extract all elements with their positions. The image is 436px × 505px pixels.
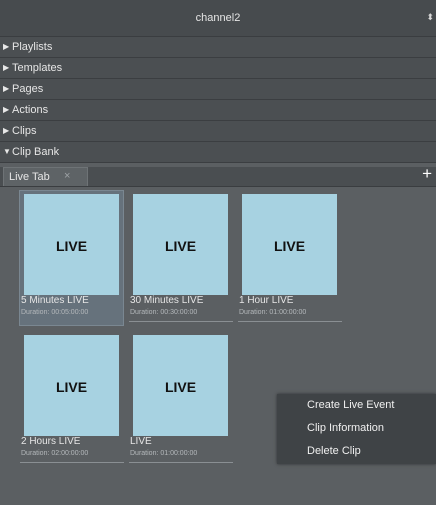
expand-arrow-icon: ▶ (3, 63, 10, 72)
section-pages[interactable]: ▶ Pages (0, 79, 436, 100)
clip-name: LIVE (130, 436, 152, 447)
thumbnail-label: LIVE (55, 238, 88, 254)
close-tab-icon[interactable]: × (64, 170, 70, 182)
clip-name: 1 Hour LIVE (239, 295, 294, 306)
channel-title: channel2 (195, 12, 241, 24)
collapse-arrow-icon: ▼ (3, 147, 11, 156)
clip-thumbnail[interactable]: LIVE (242, 194, 337, 295)
menu-item-delete-clip[interactable]: Delete Clip (307, 445, 361, 457)
thumbnail-label: LIVE (164, 379, 197, 395)
clip-name: 30 Minutes LIVE (130, 295, 204, 306)
clip-duration: Duration: 01:00:00:00 (130, 450, 198, 457)
section-label: Pages (12, 83, 44, 95)
section-clip-bank[interactable]: ▼ Clip Bank (0, 142, 436, 163)
clip-thumbnail[interactable]: LIVE (24, 335, 119, 436)
clip-underline (129, 462, 233, 463)
section-actions[interactable]: ▶ Actions (0, 100, 436, 121)
menu-item-create-live-event[interactable]: Create Live Event (307, 399, 394, 411)
thumbnail-label: LIVE (164, 238, 197, 254)
clip-thumbnail[interactable]: LIVE (24, 194, 119, 295)
expand-arrow-icon: ▶ (3, 42, 10, 51)
clip-item[interactable]: LIVE LIVE Duration: 01:00:00:00 (129, 332, 233, 466)
section-playlists[interactable]: ▶ Playlists (0, 37, 436, 58)
clip-underline (238, 321, 342, 322)
clip-item[interactable]: LIVE 30 Minutes LIVE Duration: 00:30:00:… (129, 191, 233, 325)
tab-bar: Live Tab × + (0, 164, 436, 187)
clip-duration: Duration: 00:30:00:00 (130, 309, 198, 316)
clip-duration: Duration: 00:05:00:00 (21, 309, 89, 316)
clip-name: 5 Minutes LIVE (21, 295, 89, 306)
context-menu: Create Live Event Clip Information Delet… (277, 394, 436, 464)
tab-label: Live Tab (9, 171, 50, 183)
thumbnail-label: LIVE (273, 238, 306, 254)
clip-thumbnail[interactable]: LIVE (133, 335, 228, 436)
section-label: Templates (12, 62, 63, 74)
clip-item[interactable]: LIVE 2 Hours LIVE Duration: 02:00:00:00 (20, 332, 124, 466)
tab-live[interactable]: Live Tab × (3, 167, 88, 186)
section-label: Clips (12, 125, 37, 137)
section-label: Actions (12, 104, 49, 116)
menu-item-clip-information[interactable]: Clip Information (307, 422, 384, 434)
channel-selector[interactable]: channel2 ⬍ (0, 0, 436, 37)
clip-underline (20, 462, 124, 463)
updown-arrows-icon[interactable]: ⬍ (426, 12, 434, 23)
expand-arrow-icon: ▶ (3, 105, 10, 114)
section-clips[interactable]: ▶ Clips (0, 121, 436, 142)
clip-item[interactable]: LIVE 1 Hour LIVE Duration: 01:00:00:00 (238, 191, 342, 325)
clip-thumbnail[interactable]: LIVE (133, 194, 228, 295)
section-templates[interactable]: ▶ Templates (0, 58, 436, 79)
expand-arrow-icon: ▶ (3, 126, 10, 135)
clip-underline (129, 321, 233, 322)
expand-arrow-icon: ▶ (3, 84, 10, 93)
clip-duration: Duration: 01:00:00:00 (239, 309, 307, 316)
clip-name: 2 Hours LIVE (21, 436, 81, 447)
section-label: Clip Bank (12, 146, 60, 158)
clip-item[interactable]: LIVE 5 Minutes LIVE Duration: 00:05:00:0… (19, 190, 124, 326)
thumbnail-label: LIVE (55, 379, 88, 395)
clip-duration: Duration: 02:00:00:00 (21, 450, 89, 457)
add-tab-icon[interactable]: + (422, 164, 432, 184)
section-label: Playlists (12, 41, 53, 53)
clip-bank-panel: channel2 ⬍ ▶ Playlists ▶ Templates ▶ Pag… (0, 0, 436, 505)
